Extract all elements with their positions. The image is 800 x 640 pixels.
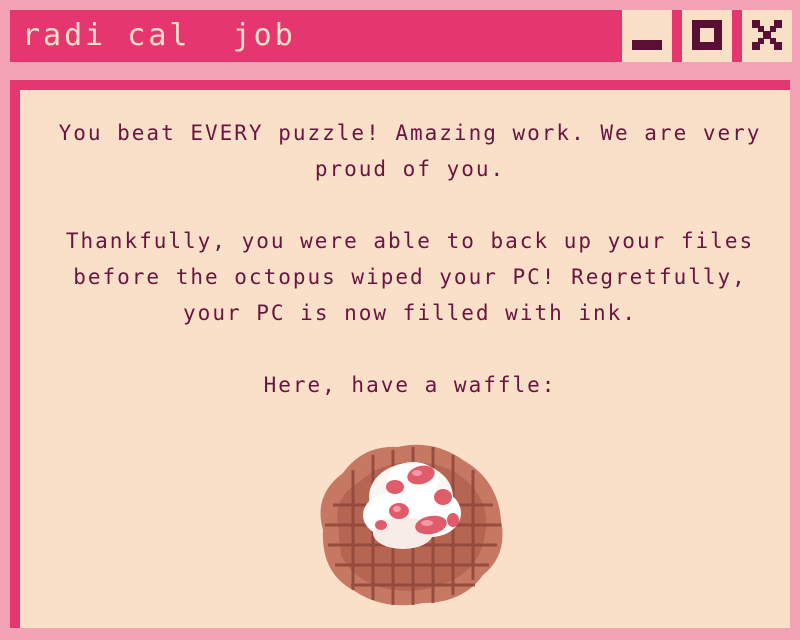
close-button[interactable] xyxy=(742,10,792,62)
window-titlebar[interactable]: radi cal job xyxy=(10,10,792,62)
minimize-button[interactable] xyxy=(622,10,672,62)
close-icon xyxy=(752,20,782,50)
minimize-icon xyxy=(632,40,662,50)
message-paragraph-1: You beat EVERY puzzle! Amazing work. We … xyxy=(58,121,762,181)
message-paragraph-3: Here, have a waffle: xyxy=(263,373,557,397)
window-content: You beat EVERY puzzle! Amazing work. We … xyxy=(10,80,790,628)
window-title: radi cal job xyxy=(22,18,296,53)
waffle-image xyxy=(320,444,503,606)
message-paragraph-2: Thankfully, you were able to back up you… xyxy=(65,229,755,325)
maximize-icon xyxy=(692,20,722,50)
maximize-button[interactable] xyxy=(682,10,732,62)
